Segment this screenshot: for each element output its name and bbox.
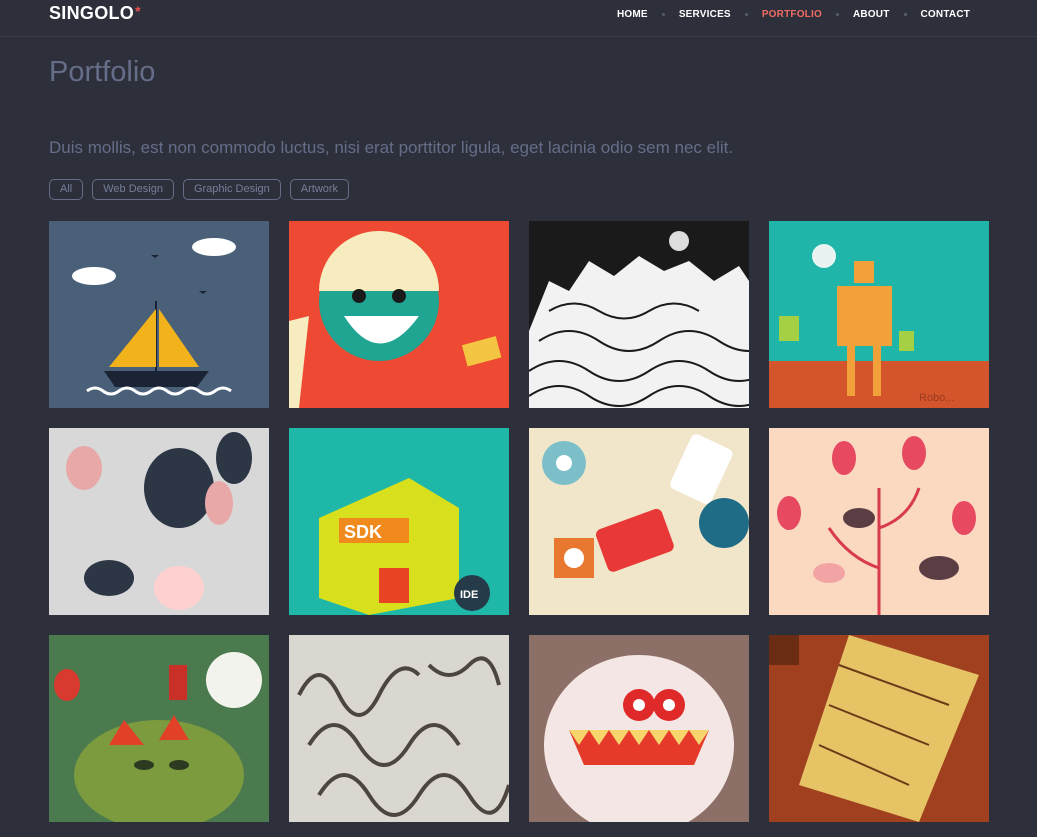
nav-separator (744, 13, 748, 16)
sdk-tile-text: SDK (344, 522, 382, 542)
site-header: SINGOLO* HOME SERVICES PORTFOLIO ABOUT C… (0, 0, 1037, 37)
robot-tile-text: Robo... (919, 392, 954, 404)
portfolio-item-monsters[interactable] (49, 428, 269, 615)
green-monster-image (49, 635, 269, 822)
main-nav: HOME SERVICES PORTFOLIO ABOUT CONTACT (617, 9, 970, 20)
monsters-image (49, 428, 269, 615)
nav-contact[interactable]: CONTACT (921, 9, 971, 20)
filter-bar: All Web Design Graphic Design Artwork (49, 179, 358, 200)
portfolio-item-robot[interactable]: Robo... (769, 221, 989, 408)
portfolio-item-chickens[interactable] (769, 428, 989, 615)
robot-image: Robo... (769, 221, 989, 408)
nav-separator (903, 13, 907, 16)
white-monster-image (529, 635, 749, 822)
logo[interactable]: SINGOLO* (49, 3, 141, 24)
filter-graphic-design[interactable]: Graphic Design (182, 179, 281, 200)
portfolio-subtitle: Duis mollis, est non commodo luctus, nis… (49, 138, 734, 157)
nav-portfolio[interactable]: PORTFOLIO (762, 9, 822, 20)
portfolio-item-ribbon-lettering[interactable] (289, 635, 509, 822)
filter-artwork[interactable]: Artwork (289, 179, 350, 200)
portfolio-item-sailboat[interactable] (49, 221, 269, 408)
filter-all[interactable]: All (49, 179, 84, 200)
sdk-image: SDK IDE (289, 428, 509, 615)
portfolio-item-green-monster[interactable] (49, 635, 269, 822)
sailboat-image (49, 221, 269, 408)
smiling-girl-image (289, 221, 509, 408)
portfolio-item-sdk[interactable]: SDK IDE (289, 428, 509, 615)
portfolio-item-bw-city[interactable] (529, 221, 749, 408)
chickens-image (769, 428, 989, 615)
nav-home[interactable]: HOME (617, 9, 648, 20)
page-title: Portfolio (49, 56, 156, 88)
portfolio-item-white-monster[interactable] (529, 635, 749, 822)
bw-city-image (529, 221, 749, 408)
portfolio-item-smiling-girl[interactable] (289, 221, 509, 408)
treasure-image (769, 635, 989, 822)
ide-badge-text: IDE (460, 589, 478, 601)
filter-web-design[interactable]: Web Design (92, 179, 174, 200)
nav-separator (661, 13, 665, 16)
ribbon-lettering-image (289, 635, 509, 822)
nav-separator (835, 13, 839, 16)
nav-services[interactable]: SERVICES (679, 9, 731, 20)
robots-pattern-image (529, 428, 749, 615)
portfolio-item-robots-pattern[interactable] (529, 428, 749, 615)
nav-about[interactable]: ABOUT (853, 9, 890, 20)
portfolio-item-treasure[interactable] (769, 635, 989, 822)
